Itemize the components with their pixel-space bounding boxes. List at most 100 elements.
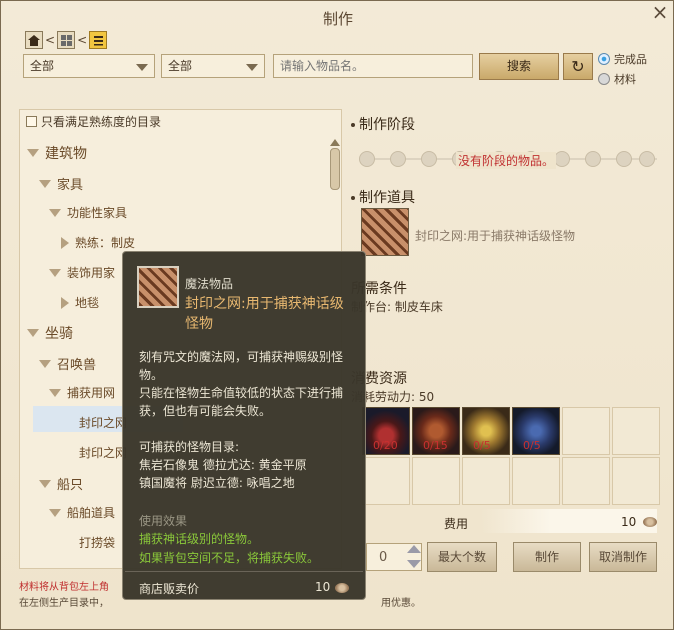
category-select-1[interactable]: 全部 [23,54,155,78]
tooltip-desc-line: 焦岩石像鬼 德拉尤达: 黄金平原 [139,458,307,472]
craft-button[interactable]: 制作 [513,542,581,572]
seal-net-icon[interactable] [361,208,409,256]
tree-item-label: 功能性家具 [67,206,128,220]
expand-icon[interactable] [39,479,51,488]
tree-item[interactable]: 封印之网 [79,444,127,461]
material-slot[interactable]: 0/15 [412,407,460,455]
footer-note-warning: 材料将从背包左上角 [19,582,109,593]
bullet-icon [351,123,355,127]
fee-value: 10 [621,515,637,529]
stage-dot [639,151,655,167]
expand-icon[interactable] [49,508,61,517]
tree-item-label: 熟练：制皮 [75,236,136,250]
expand-icon[interactable] [27,329,39,337]
collapse-icon[interactable] [61,236,69,249]
tree-item[interactable]: 坐骑 [27,323,73,343]
no-stage-text: 没有阶段的物品。 [456,152,557,169]
search-button[interactable]: 搜索 [479,53,559,80]
scroll-up-icon[interactable] [330,139,340,146]
tooltip-effect-title: 使用效果 [139,514,188,528]
list-icon[interactable] [89,31,108,49]
max-quantity-button[interactable]: 最大个数 [427,542,497,572]
tooltip-sell-label: 商店贩卖价 [139,582,200,596]
grid-icon[interactable] [57,31,76,49]
tooltip-divider [125,571,363,572]
material-slot-empty [462,457,510,505]
search-input[interactable] [273,54,473,78]
crafting-window: 制作 × < < 全部 全部 搜索 ↻ 完成品 [0,0,674,630]
tree-item-selected[interactable]: 封印之网 [79,414,127,431]
expand-icon[interactable] [49,208,61,217]
expand-icon[interactable] [39,179,51,188]
quantity-value: 0 [379,550,388,565]
tree-item[interactable]: 地毯 [61,294,99,311]
tree-item-label: 捕获用网 [67,386,116,400]
tree-item[interactable]: 捕获用网 [49,384,115,401]
material-slot-empty [612,457,660,505]
material-slot-empty [412,457,460,505]
stage-heading-text: 制作阶段 [359,117,415,133]
tree-item[interactable]: 船只 [39,474,83,493]
tree-item[interactable]: 功能性家具 [49,204,127,221]
material-slot[interactable]: 0/5 [512,407,560,455]
shell-coin-icon [643,517,657,527]
tree-item-label: 封印之网 [79,416,128,430]
material-slot-empty [612,407,660,455]
radio-material[interactable]: 材料 [598,69,647,89]
stage-dot [359,151,375,167]
tools-heading: 制作道具 [351,187,415,207]
bullet-icon [351,196,355,200]
category-select-2-value: 全部 [168,59,193,73]
collapse-icon[interactable] [61,296,69,309]
tree-item-label: 装饰用家 [67,266,116,280]
tree-item-label: 封印之网 [79,446,128,460]
breadcrumb-separator: < [45,33,56,47]
stage-dot [390,151,406,167]
home-icon[interactable] [25,31,43,49]
category-select-2[interactable]: 全部 [161,54,265,78]
tooltip-effect-line: 捕获神话级别的怪物。 [139,532,260,546]
cancel-craft-button[interactable]: 取消制作 [589,542,657,572]
scroll-thumb[interactable] [330,148,340,190]
expand-icon[interactable] [39,359,51,368]
category-select-1-value: 全部 [30,59,55,73]
material-count: 0/5 [523,439,541,452]
material-slot[interactable]: 0/5 [462,407,510,455]
tooltip-item-name: 封印之网:用于捕获神话级怪物 [185,296,344,332]
radio-finished[interactable]: 完成品 [598,49,647,69]
expand-icon[interactable] [49,268,61,277]
material-count: 0/15 [423,439,448,452]
expand-icon[interactable] [49,388,61,397]
material-slot[interactable]: 0/20 [362,407,410,455]
tooltip-description: 刻有咒文的魔法网，可捕获神赐级别怪物。 只能在怪物生命值较低的状态下进行捕获，但… [139,348,357,492]
radio-icon[interactable] [598,53,610,65]
stage-dot [585,151,601,167]
checkbox[interactable] [26,116,37,127]
tree-item[interactable]: 打捞袋 [79,534,115,551]
tree-item[interactable]: 装饰用家 [49,264,115,281]
chevron-down-icon [246,64,258,71]
craft-target-name: 封印之网:用于捕获神话级怪物 [415,229,576,243]
close-icon[interactable]: × [649,1,671,23]
tree-item[interactable]: 家具 [39,174,83,193]
increment-icon[interactable] [407,545,421,553]
fee-label: 费用 [444,517,469,531]
decrement-icon[interactable] [407,560,421,568]
tree-item-label: 坐骑 [45,326,73,342]
tree-item-label: 船只 [57,478,84,493]
tree-item[interactable]: 船舶道具 [49,504,115,521]
expand-icon[interactable] [27,149,39,157]
tree-item[interactable]: 熟练：制皮 [61,234,135,251]
title-bar[interactable]: 制作 × [1,1,674,33]
material-slot-empty [562,457,610,505]
breadcrumb-separator: < [77,33,88,47]
radio-icon[interactable] [598,73,610,85]
chevron-down-icon [136,64,148,71]
tree-item[interactable]: 建筑物 [27,143,87,163]
proficiency-filter[interactable]: 只看满足熟练度的目录 [26,113,161,130]
tooltip-desc-line: 可捕获的怪物目录: [139,440,240,454]
refresh-icon[interactable]: ↻ [563,53,593,80]
item-tooltip: 魔法物品 封印之网:用于捕获神话级怪物 刻有咒文的魔法网，可捕获神赐级别怪物。 … [122,251,366,600]
tree-item[interactable]: 召唤兽 [39,354,96,373]
tree-item-label: 地毯 [75,296,100,310]
